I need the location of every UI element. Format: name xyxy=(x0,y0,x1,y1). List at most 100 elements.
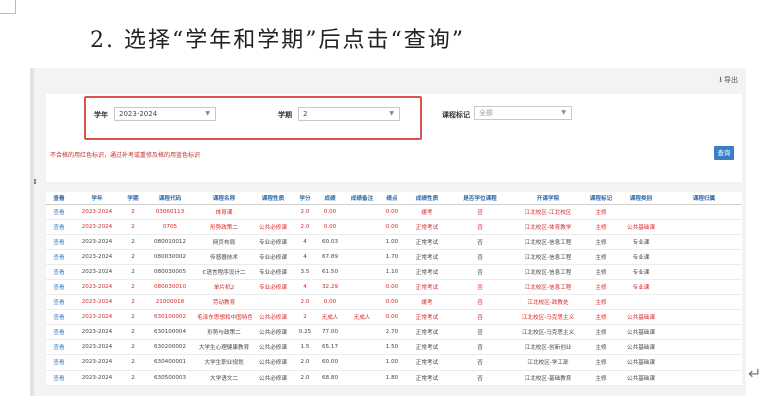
table-cell: 专业必修课 xyxy=(252,234,294,250)
column-header[interactable]: 成绩 xyxy=(316,192,344,205)
column-header[interactable]: 成绩性质 xyxy=(404,192,450,205)
table-row: 查看 2023-2024 2 21000018 劳动教育 2.0 0.00 0.00 缓考否江北… xyxy=(46,294,742,311)
table-cell xyxy=(252,204,294,220)
download-icon: ⭳ xyxy=(719,75,722,84)
year-select[interactable]: 2023-2024 ▼ xyxy=(114,107,216,121)
table-cell: 630200002 xyxy=(144,339,196,356)
table-cell: 1.80 xyxy=(380,370,404,386)
view-link[interactable]: 查看 xyxy=(46,279,72,296)
view-link[interactable]: 查看 xyxy=(46,309,72,326)
table-cell: 1.00 xyxy=(380,234,404,250)
table-row: 查看 2023-2024 2 630100002 毛泽东思想和中国特色 公共必修课 2 无成人… xyxy=(46,309,742,326)
view-link[interactable]: 查看 xyxy=(46,324,72,341)
table-cell: 1.50 xyxy=(380,339,404,356)
table-row: 查看 2023-2024 2 080030005 C语言程序设计二 专业必修课 3.5 61.… xyxy=(46,264,742,280)
column-header[interactable]: 成绩备注 xyxy=(344,192,380,205)
table-cell: 否 xyxy=(450,324,510,341)
table-cell: 2023-2024 xyxy=(72,354,122,371)
notice-row: 不合格的用红色标识，通过补考或重修及格的用蓝色标识 查询 xyxy=(46,146,742,166)
view-link[interactable]: 查看 xyxy=(46,294,72,311)
table-cell xyxy=(666,309,742,326)
table-cell: 毛泽东思想和中国特色 xyxy=(196,309,252,326)
table-cell: 体育课 xyxy=(196,204,252,220)
export-button[interactable]: ⭳ 导出 xyxy=(719,74,738,88)
column-header[interactable]: 课程代码 xyxy=(144,192,196,205)
table-cell: 60.00 xyxy=(316,354,344,371)
table-cell: 专业课 xyxy=(616,279,666,296)
table-cell: 专业必修课 xyxy=(252,264,294,280)
table-cell: 主修 xyxy=(586,219,616,235)
table-cell xyxy=(344,204,380,220)
table-row: 查看 2023-2024 2 0705 形势政策二 公共必修课 2.0 0.00 0.00 正常考… xyxy=(46,219,742,235)
course-flag-label: 课程标记 xyxy=(442,111,470,119)
table-cell: 03060113 xyxy=(144,204,196,220)
table-cell: 2023-2024 xyxy=(72,339,122,356)
column-header[interactable]: 课程标记 xyxy=(586,192,616,205)
view-link[interactable]: 查看 xyxy=(46,204,72,220)
table-cell: 2 xyxy=(122,279,144,296)
view-link[interactable]: 查看 xyxy=(46,339,72,356)
table-cell xyxy=(344,370,380,386)
column-header[interactable]: 是否学位课程 xyxy=(450,192,510,205)
column-header[interactable]: 学分 xyxy=(294,192,316,205)
table-cell: 2.0 xyxy=(294,204,316,220)
view-link[interactable]: 查看 xyxy=(46,219,72,235)
query-button[interactable]: 查询 xyxy=(714,146,734,160)
table-cell xyxy=(252,294,294,311)
table-cell: 主修 xyxy=(586,204,616,220)
table-cell: 2.0 xyxy=(294,219,316,235)
column-header[interactable]: 课程性质 xyxy=(252,192,294,205)
table-cell xyxy=(616,204,666,220)
table-cell: 正常考试 xyxy=(404,279,450,296)
column-toggle-icon[interactable]: ⇕ xyxy=(34,178,38,186)
course-flag-select[interactable]: 全部 ▼ xyxy=(474,106,572,120)
filter-panel: 学年 2023-2024 ▼ 学期 2 ▼ 课程标记 全部 ▼ xyxy=(46,94,742,146)
column-header[interactable]: 绩点 xyxy=(380,192,404,205)
table-cell: 缓考 xyxy=(404,204,450,220)
table-cell: 主修 xyxy=(586,264,616,280)
table-cell: 2 xyxy=(122,219,144,235)
column-header[interactable]: 课程类别 xyxy=(616,192,666,205)
view-link[interactable]: 查看 xyxy=(46,249,72,265)
table-cell: 劳动教育 xyxy=(196,294,252,311)
table-cell: 77.00 xyxy=(316,324,344,341)
table-cell: 主修 xyxy=(586,294,616,311)
column-header[interactable]: 开课学院 xyxy=(510,192,586,205)
screenshot-frame: ⭳ 导出 学年 2023-2024 ▼ 学期 2 ▼ 课程标记 全部 ▼ 不合格的… xyxy=(30,68,746,396)
column-header[interactable]: 学年 xyxy=(72,192,122,205)
table-cell: 630500003 xyxy=(144,370,196,386)
page-corner-mark xyxy=(0,0,16,14)
view-link[interactable]: 查看 xyxy=(46,354,72,371)
table-cell: 080030010 xyxy=(144,279,196,296)
table-cell xyxy=(666,249,742,265)
table-cell xyxy=(344,339,380,356)
table-cell: 2023-2024 xyxy=(72,264,122,280)
table-cell: 2023-2024 xyxy=(72,219,122,235)
table-cell: 1.70 xyxy=(380,249,404,265)
table-cell: 主修 xyxy=(586,309,616,326)
view-link[interactable]: 查看 xyxy=(46,370,72,386)
table-cell: 正常考试 xyxy=(404,370,450,386)
table-cell xyxy=(344,219,380,235)
table-cell xyxy=(666,264,742,280)
table-cell xyxy=(666,294,742,311)
table-cell: 2 xyxy=(122,324,144,341)
view-link[interactable]: 查看 xyxy=(46,264,72,280)
column-header[interactable]: 学期 xyxy=(122,192,144,205)
doc-heading: 2. 选择“学年和学期”后点击“查询” xyxy=(90,28,465,53)
column-header[interactable]: 课程名称 xyxy=(196,192,252,205)
table-cell: 0.00 xyxy=(316,204,344,220)
table-cell xyxy=(344,234,380,250)
table-cell: 江北校区-马克思主义 xyxy=(510,309,586,326)
table-cell xyxy=(666,370,742,386)
table-cell: 传感器技术 xyxy=(196,249,252,265)
table-cell: 否 xyxy=(450,309,510,326)
term-select[interactable]: 2 ▼ xyxy=(298,107,400,121)
view-link[interactable]: 查看 xyxy=(46,234,72,250)
table-cell xyxy=(666,279,742,296)
table-cell: 2 xyxy=(122,370,144,386)
table-header-row: 查看 学年 学期 课程代码 课程名称 课程性质 学分 成绩 成绩备注 绩点 成绩性质 是否学位课程 开课… xyxy=(46,192,742,205)
table-cell: 形势政策二 xyxy=(196,219,252,235)
column-header[interactable]: 课程归属 xyxy=(666,192,742,205)
column-header[interactable]: 查看 xyxy=(46,192,72,205)
